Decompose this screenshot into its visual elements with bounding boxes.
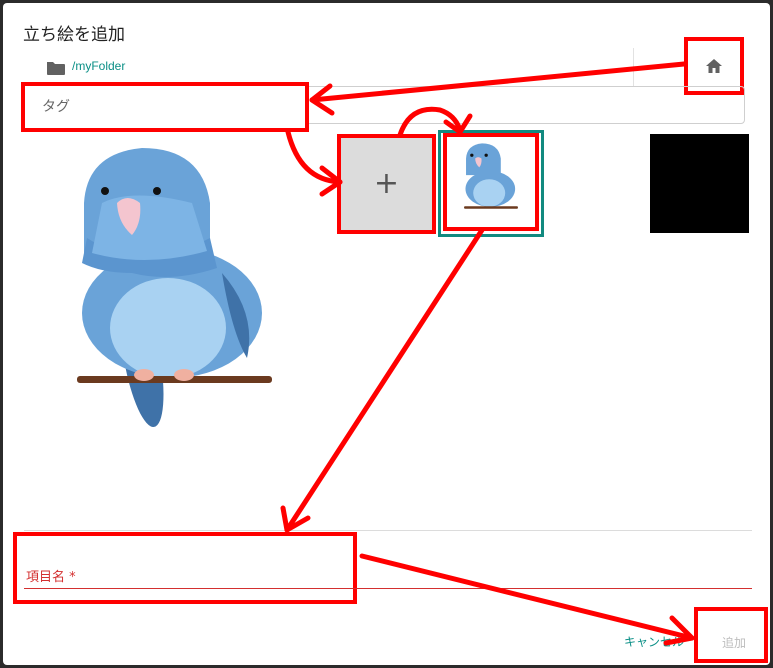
thumbnail-black[interactable]	[650, 134, 749, 233]
bird-thumbnail-image	[464, 143, 518, 209]
item-name-label: 項目名 *	[26, 570, 76, 585]
thumbnail-bird[interactable]	[443, 133, 539, 231]
toolbar-divider	[633, 48, 634, 86]
add-button[interactable]: 追加	[722, 634, 746, 651]
image-preview	[77, 148, 272, 428]
section-divider	[24, 530, 752, 531]
add-image-button[interactable]: +	[337, 134, 436, 234]
cancel-button[interactable]: キャンセル	[624, 633, 684, 650]
folder-icon	[47, 62, 65, 75]
dialog-title: 立ち絵を追加	[23, 25, 125, 45]
folder-path-link[interactable]: /myFolder	[72, 59, 125, 73]
tag-input-placeholder: タグ	[42, 99, 70, 115]
home-icon	[706, 59, 722, 73]
plus-icon: +	[373, 166, 400, 201]
item-name-underline	[24, 588, 752, 589]
